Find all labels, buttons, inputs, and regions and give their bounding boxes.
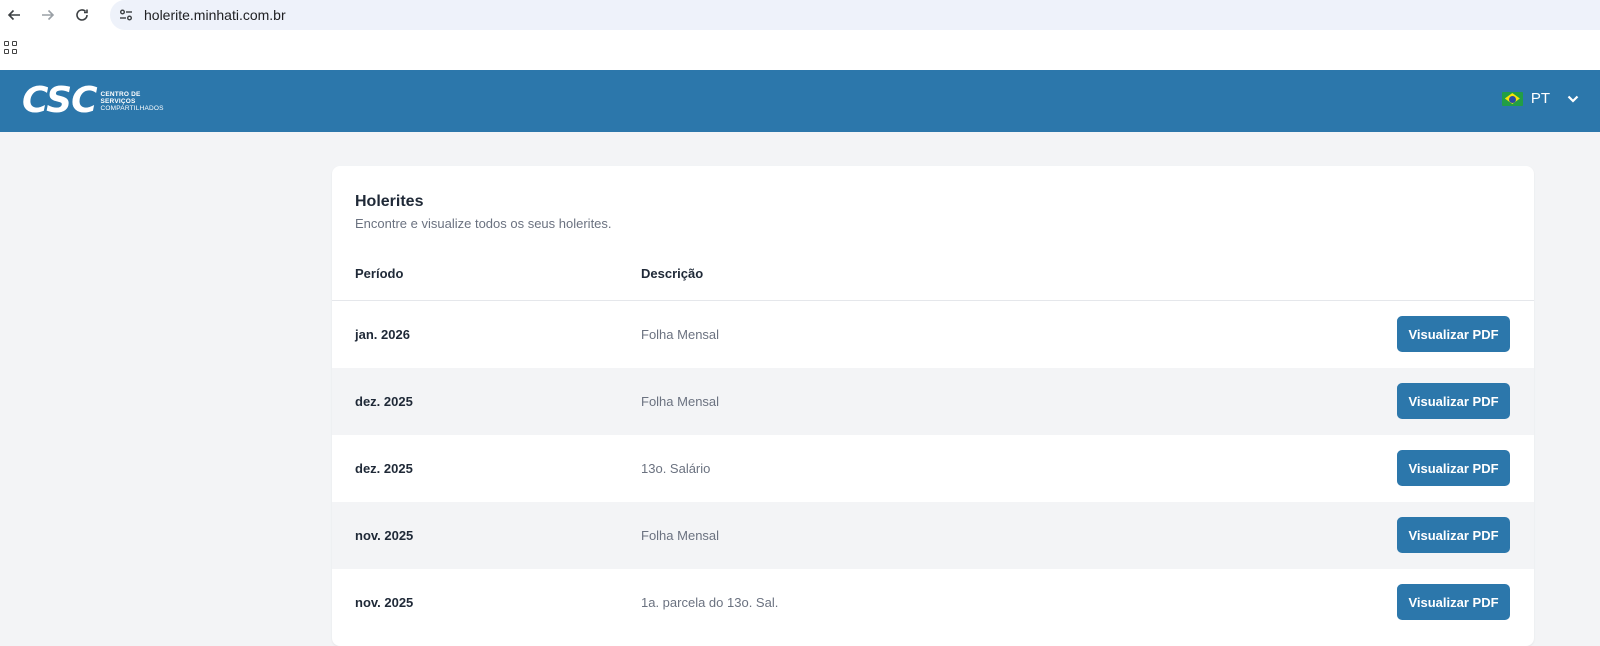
logo-main-text: CSC — [22, 80, 97, 121]
forward-arrow-icon[interactable] — [37, 4, 59, 26]
row-description: Folha Mensal — [641, 394, 720, 409]
row-period: nov. 2025 — [355, 595, 414, 610]
language-selector[interactable]: PT — [1501, 90, 1580, 107]
back-arrow-icon[interactable] — [3, 4, 25, 26]
app-header: CSC CENTRO DE SERVIÇOS COMPARTILHADOS PT — [0, 70, 1600, 132]
payslips-card: Holerites Encontre e visualize todos os … — [332, 166, 1534, 646]
reload-icon[interactable] — [71, 4, 93, 26]
view-pdf-button[interactable]: Visualizar PDF — [1397, 584, 1510, 620]
address-bar[interactable]: holerite.minhati.com.br — [110, 0, 1600, 30]
table-row: jan. 2026 Folha Mensal Visualizar PDF — [332, 301, 1534, 368]
url-text: holerite.minhati.com.br — [144, 7, 286, 23]
language-label: PT — [1530, 90, 1550, 107]
table-row: dez. 2025 13o. Salário Visualizar PDF — [332, 435, 1534, 502]
page-title: Holerites — [355, 193, 424, 210]
brazil-flag-icon — [1501, 91, 1523, 106]
row-period: dez. 2025 — [355, 394, 413, 409]
logo-line-3: COMPARTILHADOS — [100, 104, 164, 112]
payslips-table: jan. 2026 Folha Mensal Visualizar PDF de… — [332, 301, 1534, 636]
row-period: jan. 2026 — [355, 327, 410, 342]
view-pdf-button[interactable]: Visualizar PDF — [1397, 450, 1510, 486]
row-period: nov. 2025 — [355, 528, 414, 543]
chevron-down-icon — [1567, 95, 1579, 103]
page-subtitle: Encontre e visualize todos os seus holer… — [355, 216, 612, 231]
row-description: 13o. Salário — [641, 461, 711, 476]
apps-grid-icon[interactable] — [4, 41, 18, 55]
row-period: dez. 2025 — [355, 461, 413, 476]
view-pdf-button[interactable]: Visualizar PDF — [1397, 517, 1510, 553]
table-row: nov. 2025 1a. parcela do 13o. Sal. Visua… — [332, 569, 1534, 636]
site-info-icon[interactable] — [115, 4, 137, 26]
view-pdf-button[interactable]: Visualizar PDF — [1397, 383, 1510, 419]
bookmarks-bar — [0, 32, 1600, 70]
row-description: 1a. parcela do 13o. Sal. — [641, 595, 779, 610]
row-description: Folha Mensal — [641, 327, 720, 342]
logo-subtitle: CENTRO DE SERVIÇOS COMPARTILHADOS — [100, 91, 163, 112]
table-row: dez. 2025 Folha Mensal Visualizar PDF — [332, 368, 1534, 435]
csc-logo: CSC CENTRO DE SERVIÇOS COMPARTILHADOS — [22, 80, 164, 121]
view-pdf-button[interactable]: Visualizar PDF — [1397, 316, 1510, 352]
logo-line-2: SERVIÇOS — [100, 97, 136, 105]
table-row: nov. 2025 Folha Mensal Visualizar PDF — [332, 502, 1534, 569]
browser-toolbar: holerite.minhati.com.br — [0, 0, 1600, 32]
column-header-period: Período — [355, 266, 404, 281]
column-header-description: Descrição — [641, 266, 704, 281]
row-description: Folha Mensal — [641, 528, 720, 543]
logo-line-1: CENTRO DE — [100, 90, 141, 98]
